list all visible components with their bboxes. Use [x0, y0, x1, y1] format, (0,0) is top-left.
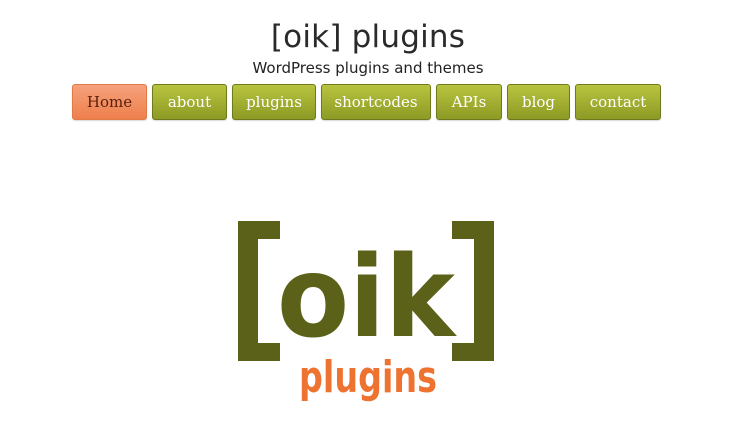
oik-plugins-logo[interactable]: oik plugins — [236, 215, 498, 405]
logo-graphic: oik plugins — [238, 221, 494, 403]
logo-main-text: oik — [277, 233, 457, 363]
nav-plugins-label: plugins — [246, 93, 302, 111]
nav-contact-label: contact — [589, 93, 647, 111]
nav-shortcodes-label: shortcodes — [334, 93, 418, 111]
nav-about[interactable]: about — [152, 84, 227, 120]
nav-apis[interactable]: APIs — [436, 84, 502, 120]
logo-right-bracket — [452, 221, 494, 361]
site-title[interactable]: [oik] plugins — [0, 18, 736, 56]
nav-about-label: about — [167, 93, 212, 111]
nav-home-label: Home — [86, 93, 133, 111]
nav-shortcodes[interactable]: shortcodes — [321, 84, 431, 120]
site-description: WordPress plugins and themes — [252, 59, 484, 77]
logo-sub-text: plugins — [299, 352, 437, 403]
nav-plugins[interactable]: plugins — [232, 84, 316, 120]
nav-apis-label: APIs — [451, 93, 487, 111]
nav-contact[interactable]: contact — [575, 84, 661, 120]
nav-home[interactable]: Home — [72, 84, 147, 120]
nav-blog-label: blog — [521, 93, 556, 111]
logo-left-bracket — [238, 221, 280, 361]
nav-blog[interactable]: blog — [507, 84, 570, 120]
